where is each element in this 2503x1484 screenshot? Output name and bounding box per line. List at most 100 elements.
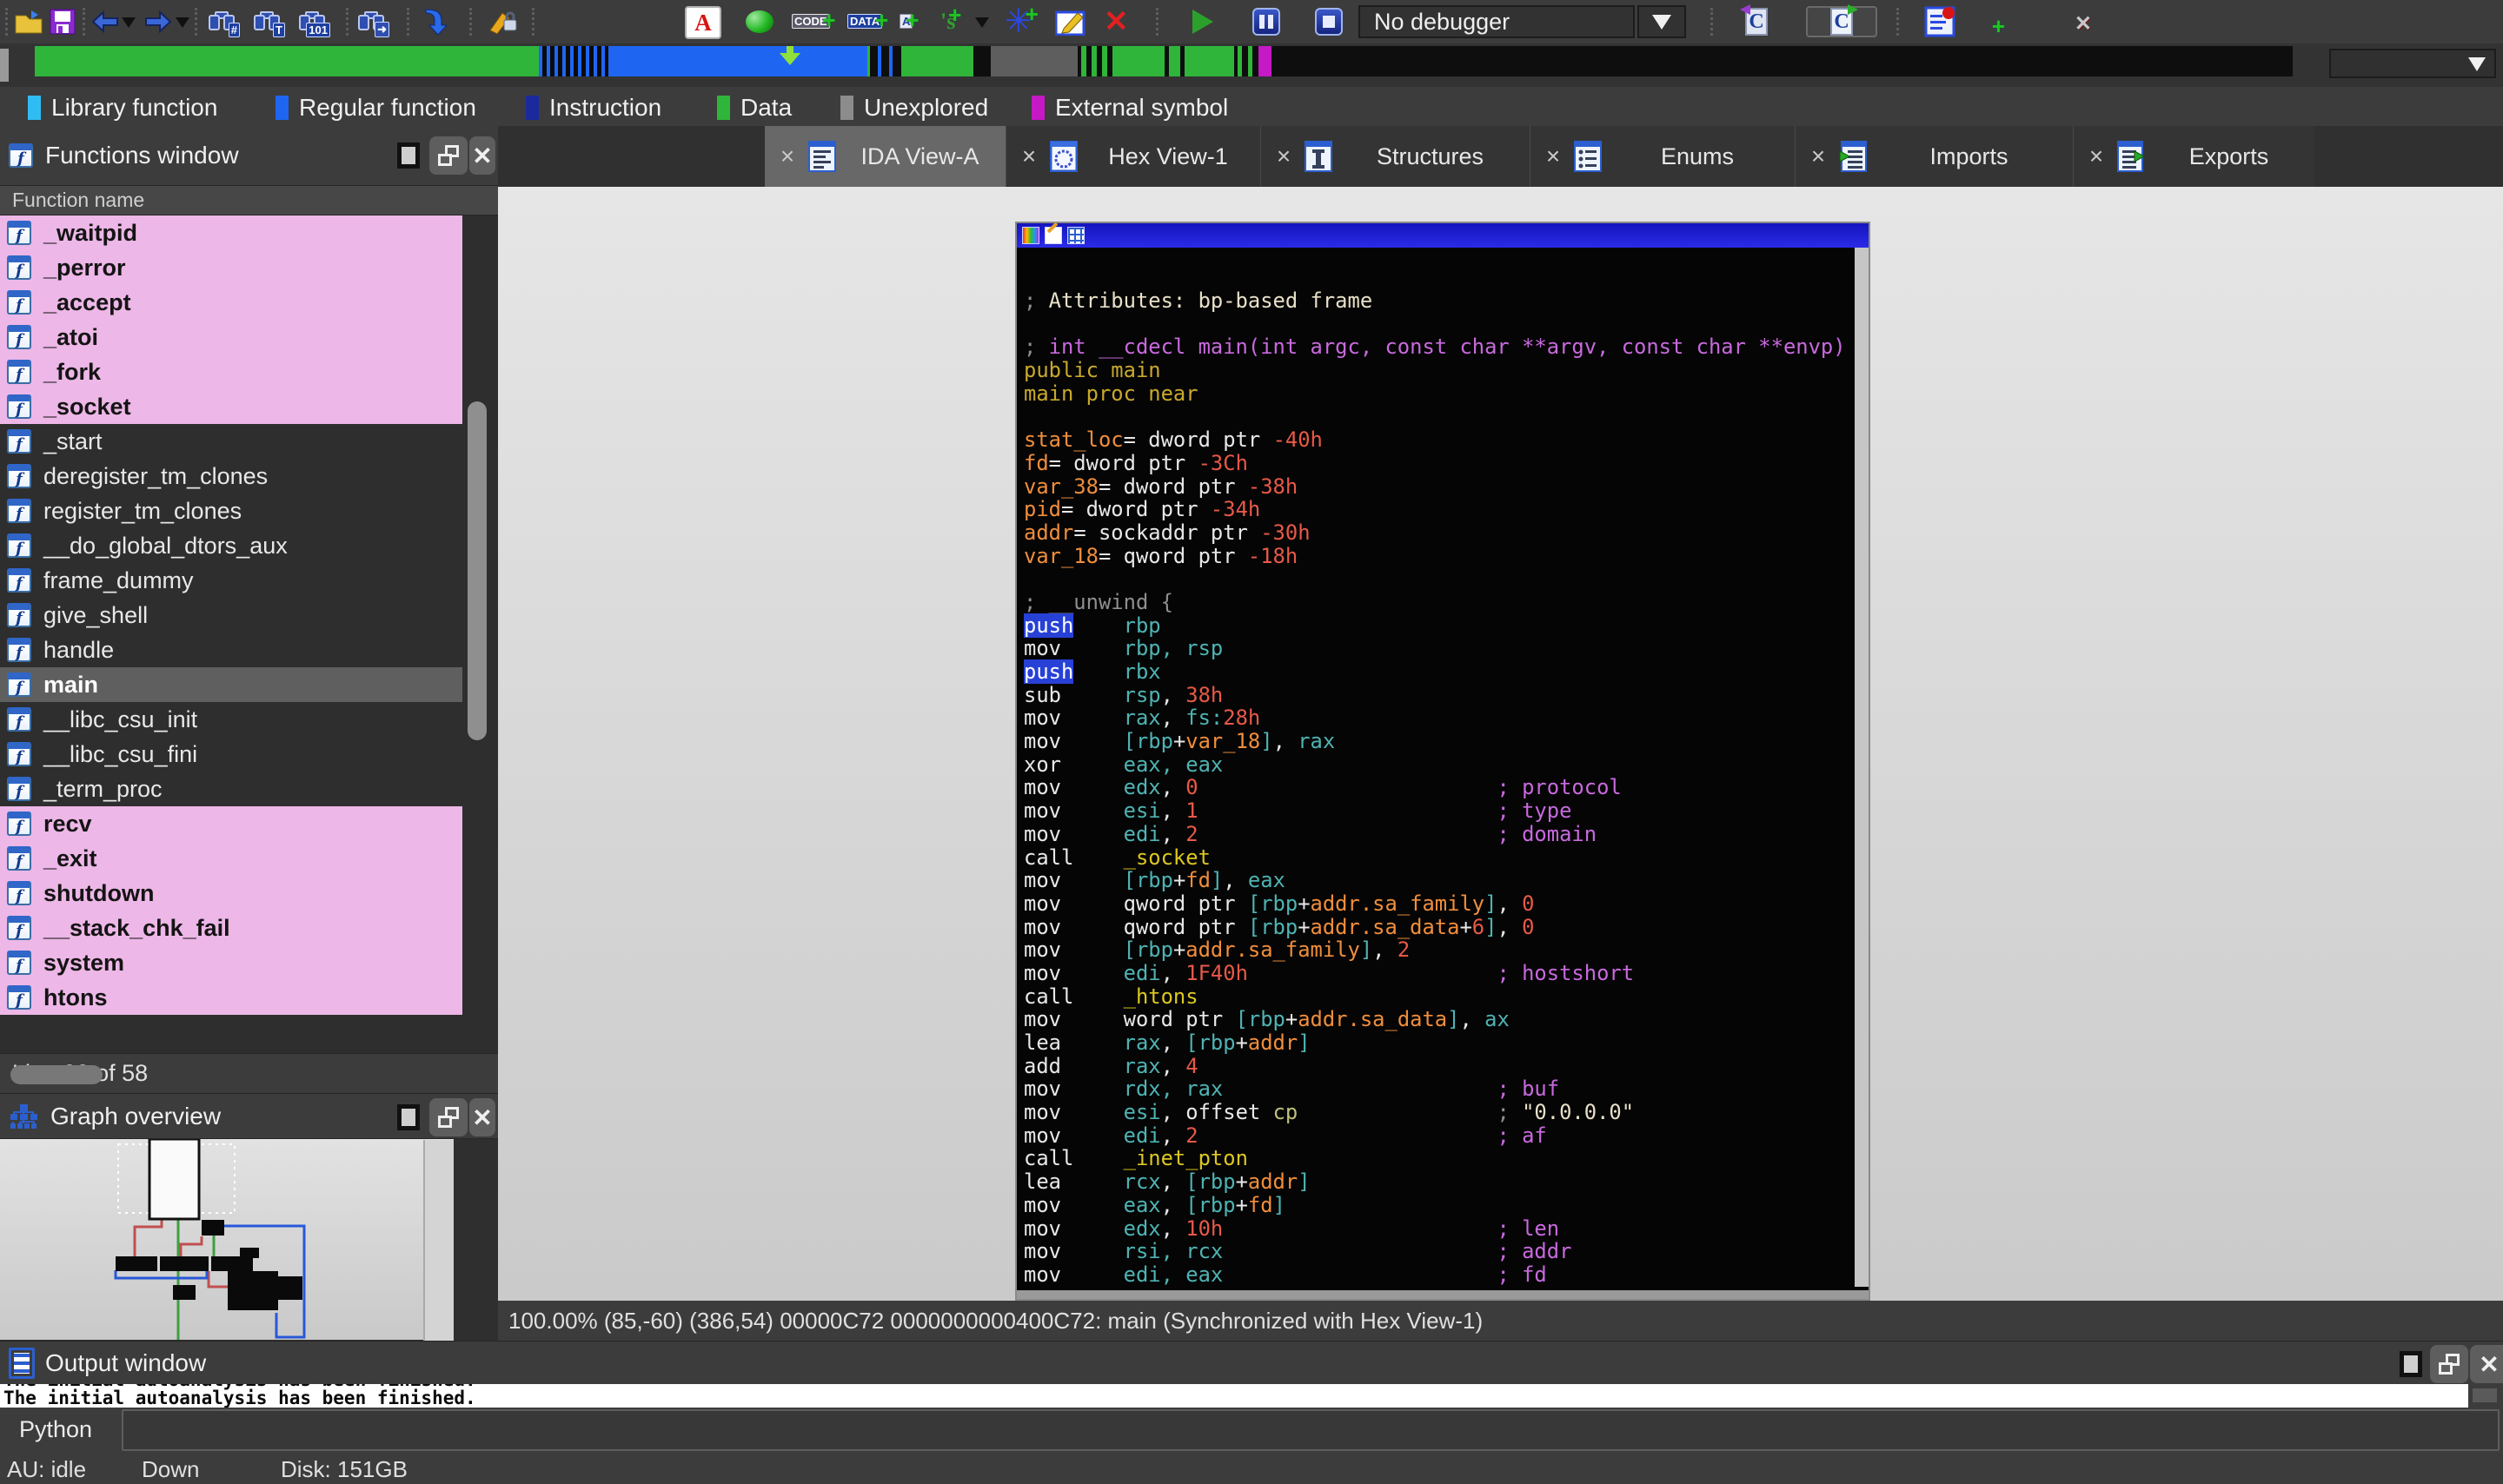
disasm-line[interactable]: mov edi, 2 ; domain	[1024, 822, 1851, 846]
make-data-icon[interactable]: DATA +	[847, 6, 888, 37]
disasm-line[interactable]: mov rbp, rsp	[1024, 637, 1851, 660]
undefine-icon[interactable]: ✕	[1104, 6, 1129, 37]
disasm-line[interactable]: ; int __cdecl main(int argc, const char …	[1024, 335, 1851, 359]
function-row-_accept[interactable]: f _accept	[0, 285, 462, 320]
disasm-line[interactable]: mov [rbp+fd], eax	[1024, 869, 1851, 892]
disasm-line[interactable]: addr= sockaddr ptr -30h	[1024, 521, 1851, 545]
disasm-line[interactable]: lea rcx, [rbp+addr]	[1024, 1170, 1851, 1194]
float-button[interactable]	[429, 136, 468, 175]
disasm-line[interactable]: main proc near	[1024, 381, 1851, 406]
function-row-give_shell[interactable]: f give_shell	[0, 598, 462, 633]
disasm-line[interactable]	[1024, 567, 1851, 591]
function-row-shutdown[interactable]: f shutdown	[0, 876, 462, 911]
stop-debugger-icon[interactable]	[1315, 6, 1343, 37]
tab-exports[interactable]: × Exports	[2073, 126, 2314, 187]
disasm-line[interactable]: mov rax, fs:28h	[1024, 706, 1851, 730]
disassembly-view[interactable]: ; Attributes: bp-based frame ; int __cde…	[1015, 222, 1870, 1301]
maximize-button[interactable]	[2392, 1345, 2430, 1383]
compile-script-icon[interactable]: C	[1740, 4, 1768, 37]
close-tab-icon[interactable]: ×	[1017, 142, 1041, 170]
disasm-line[interactable]: xor eax, eax	[1024, 752, 1851, 777]
python-input[interactable]	[122, 1409, 2500, 1451]
search-binary-icon[interactable]: 101	[299, 6, 330, 37]
tab-imports[interactable]: × Imports	[1795, 126, 2073, 187]
disasm-line[interactable]: lea rax, [rbp+addr]	[1024, 1031, 1851, 1055]
open-file-icon[interactable]	[14, 6, 43, 37]
disasm-line[interactable]: mov edi, eax ; fd	[1024, 1263, 1851, 1287]
navigation-band[interactable]	[35, 46, 2293, 76]
disasm-line[interactable]: call _inet_pton	[1024, 1147, 1851, 1170]
disasm-line[interactable]: mov [rbp+var_18], rax	[1024, 730, 1851, 753]
function-row-__do_global_dtors_aux[interactable]: f __do_global_dtors_aux	[0, 528, 462, 563]
make-name-icon[interactable]: A +	[900, 6, 919, 37]
disasm-line[interactable]: push rbx	[1024, 659, 1851, 684]
functions-vertical-scrollbar[interactable]	[468, 401, 487, 740]
disasm-line[interactable]: mov edx, 0 ; protocol	[1024, 776, 1851, 799]
make-array-icon[interactable]: ✳ +	[1005, 1, 1039, 37]
disasm-line[interactable]: mov word ptr [rbp+addr.sa_data], ax	[1024, 1008, 1851, 1031]
function-row-__libc_csu_fini[interactable]: f __libc_csu_fini	[0, 737, 462, 772]
disasm-line[interactable]: fd= dword ptr -3Ch	[1024, 451, 1851, 475]
highlight-lock-icon[interactable]	[487, 6, 518, 37]
save-icon[interactable]	[50, 6, 76, 37]
close-button[interactable]: ✕	[469, 1098, 495, 1136]
back-history-dropdown-icon[interactable]	[122, 17, 136, 28]
tab-ida-view-a[interactable]: × IDA View-A	[765, 126, 1006, 187]
disasm-line[interactable]: mov qword ptr [rbp+addr.sa_data+6], 0	[1024, 915, 1851, 939]
tab-structures[interactable]: × Structures	[1260, 126, 1530, 187]
close-button[interactable]: ✕	[2470, 1345, 2503, 1383]
disasm-line[interactable]: call _htons	[1024, 984, 1851, 1009]
disasm-line[interactable]	[1024, 313, 1851, 336]
functions-list[interactable]: f _waitpid f _perror f _accept f _atoi f _fork f _s…	[0, 215, 498, 1053]
maximize-button[interactable]	[389, 136, 428, 175]
function-row-frame_dummy[interactable]: f frame_dummy	[0, 563, 462, 598]
function-row-_atoi[interactable]: f _atoi	[0, 320, 462, 354]
make-code-icon[interactable]: CODE +	[792, 6, 836, 37]
float-button[interactable]	[429, 1098, 468, 1136]
disasm-line[interactable]: mov edi, 1F40h ; hostshort	[1024, 962, 1851, 985]
function-row-_socket[interactable]: f _socket	[0, 389, 462, 424]
disasm-line[interactable]: mov rsi, rcx ; addr	[1024, 1240, 1851, 1263]
maximize-button[interactable]	[389, 1098, 428, 1136]
analysis-indicator-icon[interactable]: A	[685, 6, 721, 39]
graph-overview-canvas[interactable]	[0, 1139, 454, 1340]
disasm-line[interactable]: ; __unwind {	[1024, 591, 1851, 614]
disasm-line[interactable]: pid= dword ptr -34h	[1024, 498, 1851, 521]
function-row-__libc_csu_init[interactable]: f __libc_csu_init	[0, 702, 462, 737]
make-string-dropdown-icon[interactable]	[975, 17, 989, 28]
disasm-line[interactable]: mov esi, 1 ; type	[1024, 799, 1851, 823]
close-tab-icon[interactable]: ×	[775, 142, 800, 170]
forward-history-dropdown-icon[interactable]	[176, 17, 189, 28]
disassembly-horizontal-scrollbar[interactable]	[1017, 1290, 1869, 1299]
disasm-line[interactable]: ; Attributes: bp-based frame	[1024, 289, 1851, 313]
function-row-_fork[interactable]: f _fork	[0, 354, 462, 389]
disasm-line[interactable]: var_38= dword ptr -38h	[1024, 474, 1851, 499]
debugger-selector[interactable]: No debugger	[1358, 5, 1635, 38]
run-debugger-icon[interactable]	[1192, 6, 1213, 37]
output-log[interactable]: The initial autoanalysis has been finish…	[0, 1384, 2468, 1408]
output-window-titlebar[interactable]: Output window ✕	[0, 1342, 2503, 1384]
disasm-line[interactable]: var_18= qword ptr -18h	[1024, 544, 1851, 568]
function-row-_start[interactable]: f _start	[0, 424, 462, 459]
close-tab-icon[interactable]: ×	[1541, 142, 1565, 170]
make-string-icon[interactable]: 's +	[940, 2, 961, 37]
run-script-icon[interactable]: C	[1806, 4, 1877, 37]
graph-overview-scrollbar[interactable]	[423, 1140, 454, 1341]
function-row-register_tm_clones[interactable]: f register_tm_clones	[0, 494, 462, 528]
tab-enums[interactable]: × Enums	[1530, 126, 1795, 187]
tab-hex-view-1[interactable]: × Hex View-1	[1006, 126, 1260, 187]
disassembly-vertical-scrollbar[interactable]	[1855, 248, 1869, 1287]
navband-grip[interactable]	[0, 49, 9, 82]
disasm-line[interactable]: mov qword ptr [rbp+addr.sa_family], 0	[1024, 892, 1851, 916]
graph-overview-titlebar[interactable]: Graph overview ✕	[0, 1093, 498, 1139]
close-button[interactable]: ✕	[469, 136, 495, 175]
disasm-line[interactable]: push rbp	[1024, 613, 1851, 638]
disassembly-titlebar[interactable]	[1017, 222, 1869, 248]
edit-icon[interactable]	[1055, 6, 1086, 37]
function-row-deregister_tm_clones[interactable]: f deregister_tm_clones	[0, 459, 462, 494]
disasm-line[interactable]: sub rsp, 38h	[1024, 683, 1851, 707]
functions-window-titlebar[interactable]: f Functions window ✕	[0, 126, 498, 186]
disasm-line[interactable]: call _socket	[1024, 845, 1851, 870]
function-name-column-header[interactable]: Function name	[0, 186, 498, 215]
jump-icon[interactable]	[422, 6, 447, 37]
